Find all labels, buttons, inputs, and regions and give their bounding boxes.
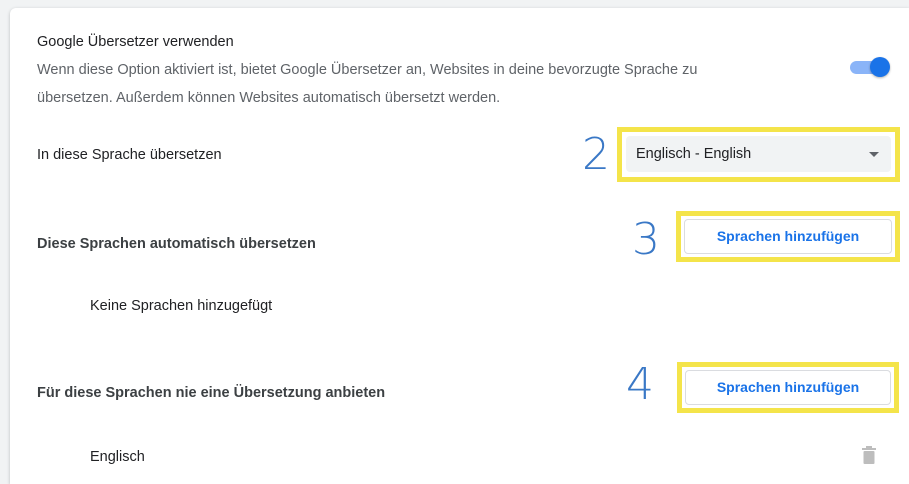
auto-translate-label: Diese Sprachen automatisch übersetzen bbox=[37, 236, 316, 252]
translate-description-line2: übersetzen. Außerdem können Websites aut… bbox=[37, 90, 501, 106]
trash-icon-svg bbox=[862, 446, 876, 464]
add-never-languages-button[interactable]: Sprachen hinzufügen bbox=[685, 370, 891, 405]
target-language-label: In diese Sprache übersetzen bbox=[37, 147, 222, 163]
dropdown-caret-icon bbox=[869, 152, 879, 157]
target-language-value: Englisch - English bbox=[636, 146, 752, 162]
trash-icon[interactable] bbox=[861, 445, 877, 465]
auto-translate-empty-text: Keine Sprachen hinzugefügt bbox=[90, 298, 273, 314]
step-number-4: 4 bbox=[626, 359, 654, 410]
target-language-select[interactable]: Englisch - English bbox=[626, 136, 891, 172]
never-translate-label: Für diese Sprachen nie eine Übersetzung … bbox=[37, 385, 386, 401]
translate-toggle[interactable] bbox=[850, 57, 892, 77]
step-number-2: 2 bbox=[582, 129, 610, 180]
add-auto-languages-button[interactable]: Sprachen hinzufügen bbox=[684, 219, 892, 254]
translate-title: Google Übersetzer verwenden bbox=[37, 34, 234, 50]
never-translate-item: Englisch bbox=[90, 449, 145, 465]
translate-description-line1: Wenn diese Option aktiviert ist, bietet … bbox=[37, 62, 698, 78]
toggle-knob bbox=[870, 57, 890, 77]
step-number-3: 3 bbox=[632, 214, 660, 265]
